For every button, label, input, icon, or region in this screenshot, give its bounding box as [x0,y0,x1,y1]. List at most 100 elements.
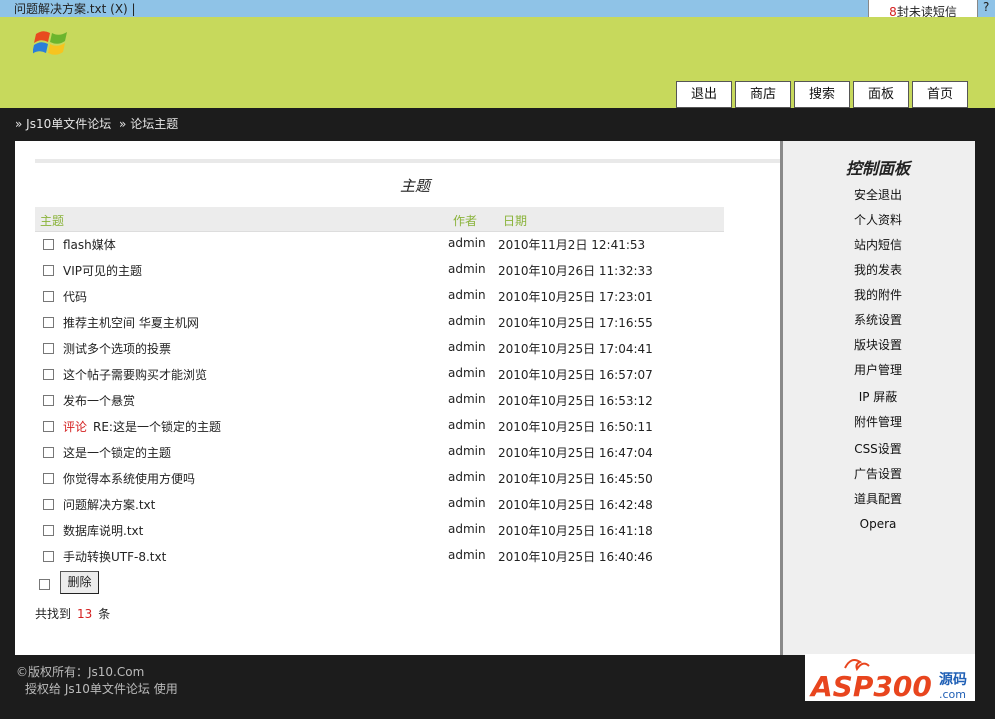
sidebar-item-2[interactable]: 站内短信 [783,236,973,253]
topic-date: 2010年10月25日 16:41:18 [498,524,653,538]
row-checkbox[interactable] [43,239,54,250]
topic-subject: 数据库说明.txt [63,524,144,538]
topic-subject-link[interactable]: 手动转换UTF-8.txt [63,548,166,565]
footer: ©版权所有：Js10.Com 授权给 Js10单文件论坛 使用 [16,664,178,698]
topic-date: 2010年10月25日 17:23:01 [498,290,653,304]
topic-date: 2010年10月25日 16:40:46 [498,550,653,564]
sidebar-item-7[interactable]: 用户管理 [783,361,973,378]
sidebar-item-8[interactable]: IP 屏蔽 [783,388,973,405]
row-checkbox[interactable] [43,499,54,510]
breadcrumb-topics[interactable]: » 论坛主题 [119,117,178,131]
row-checkbox[interactable] [43,369,54,380]
row-checkbox[interactable] [43,317,54,328]
table-row: 这个帖子需要购买才能浏览 admin 2010年10月25日 16:57:07 [35,363,735,389]
row-checkbox[interactable] [43,525,54,536]
sidebar-item-9[interactable]: 附件管理 [783,413,973,430]
topic-subject-link[interactable]: 发布一个悬赏 [63,392,135,409]
sidebar-item-10[interactable]: CSS设置 [783,440,973,457]
nav-button-1[interactable]: 商店 [735,81,791,108]
sidebar-item-4[interactable]: 我的附件 [783,286,973,303]
topic-subject-link[interactable]: 测试多个选项的投票 [63,340,171,357]
footer-license: 授权给 Js10单文件论坛 使用 [25,682,178,696]
topic-author[interactable]: admin [448,418,486,432]
topic-subject-link[interactable]: 评论 RE:这是一个锁定的主题 [63,418,221,435]
topic-subject-link[interactable]: 问题解决方案.txt [63,496,155,513]
topic-subject-link[interactable]: 数据库说明.txt [63,522,143,539]
topic-subject-link[interactable]: 你觉得本系统使用方便吗 [63,470,195,487]
sidebar-item-11[interactable]: 广告设置 [783,465,973,482]
topic-subject-link[interactable]: 推荐主机空间 华夏主机网 [63,314,199,331]
delete-button[interactable]: 删除 [60,571,99,594]
topic-subject: VIP可见的主题 [63,264,142,278]
topic-subject-link[interactable]: 代码 [63,288,87,305]
row-checkbox[interactable] [43,291,54,302]
row-checkbox[interactable] [43,551,54,562]
topic-subject: 发布一个悬赏 [63,394,136,408]
topic-subject: 你觉得本系统使用方便吗 [63,472,196,486]
topic-author[interactable]: admin [448,522,486,536]
tab-title[interactable]: 问题解决方案.txt (X) | [14,0,136,17]
topic-subject: flash媒体 [63,238,116,252]
help-icon[interactable]: ? [983,0,989,14]
sidebar-item-5[interactable]: 系统设置 [783,311,973,328]
table-row: 发布一个悬赏 admin 2010年10月25日 16:53:12 [35,389,735,415]
table-row: VIP可见的主题 admin 2010年10月26日 11:32:33 [35,259,735,285]
topic-author[interactable]: admin [448,366,486,380]
column-header-subject[interactable]: 主题 [40,212,64,229]
table-row: 推荐主机空间 华夏主机网 admin 2010年10月25日 17:16:55 [35,311,735,337]
topic-subject-link[interactable]: 这是一个锁定的主题 [63,444,171,461]
topic-author[interactable]: admin [448,262,486,276]
topic-date: 2010年10月25日 16:42:48 [498,498,653,512]
nav-button-2[interactable]: 搜索 [794,81,850,108]
row-checkbox[interactable] [43,395,54,406]
topic-subject: 这个帖子需要购买才能浏览 [63,368,208,382]
table-row: 评论 RE:这是一个锁定的主题 admin 2010年10月25日 16:50:11 [35,415,735,441]
sidebar-item-0[interactable]: 安全退出 [783,186,973,203]
topic-subject-link[interactable]: 这个帖子需要购买才能浏览 [63,366,207,383]
topic-author[interactable]: admin [448,236,486,250]
topic-subject-link[interactable]: VIP可见的主题 [63,262,142,279]
table-row: 手动转换UTF-8.txt admin 2010年10月25日 16:40:46 [35,545,735,571]
nav-button-4[interactable]: 首页 [912,81,968,108]
table-row: 测试多个选项的投票 admin 2010年10月25日 17:04:41 [35,337,735,363]
row-checkbox[interactable] [43,343,54,354]
sidebar-item-12[interactable]: 道具配置 [783,490,973,507]
row-checkbox[interactable] [43,447,54,458]
divider [35,159,780,163]
topic-subject: 代码 [63,290,88,304]
topic-date: 2010年10月26日 11:32:33 [498,264,653,278]
topic-date: 2010年10月25日 16:47:04 [498,446,653,460]
nav-button-0[interactable]: 退出 [676,81,732,108]
topic-subject: RE:这是一个锁定的主题 [93,420,221,434]
topic-date: 2010年10月25日 16:45:50 [498,472,653,486]
row-checkbox[interactable] [43,265,54,276]
sidebar-item-1[interactable]: 个人资料 [783,211,973,228]
row-checkbox[interactable] [43,473,54,484]
topic-author[interactable]: admin [448,392,486,406]
breadcrumb-forum[interactable]: » Js10单文件论坛 [15,117,111,131]
top-nav: 退出 商店 搜索 面板 首页 [676,81,968,108]
topic-author[interactable]: admin [448,314,486,328]
column-header-date[interactable]: 日期 [503,212,527,229]
sidebar-item-13[interactable]: Opera [783,517,973,531]
topic-date: 2010年10月25日 17:16:55 [498,316,653,330]
site-header: 退出 商店 搜索 面板 首页 [0,17,995,108]
topic-author[interactable]: admin [448,548,486,562]
page-title: 主题 [399,177,430,195]
select-all-checkbox[interactable] [39,579,50,590]
sidebar-item-3[interactable]: 我的发表 [783,261,973,278]
topic-date: 2010年10月25日 16:53:12 [498,394,653,408]
sidebar-item-6[interactable]: 版块设置 [783,336,973,353]
topic-author[interactable]: admin [448,444,486,458]
topic-subject-link[interactable]: flash媒体 [63,236,116,253]
column-header-author[interactable]: 作者 [453,212,477,229]
topic-author[interactable]: admin [448,288,486,302]
nav-button-3[interactable]: 面板 [853,81,909,108]
windows-logo-icon [33,31,67,55]
row-checkbox[interactable] [43,421,54,432]
topic-author[interactable]: admin [448,340,486,354]
sidebar-title: 控制面板 [845,159,910,178]
control-panel-sidebar: 控制面板 安全退出个人资料站内短信我的发表我的附件系统设置版块设置用户管理 IP … [783,141,975,655]
topic-author[interactable]: admin [448,496,486,510]
topic-author[interactable]: admin [448,470,486,484]
